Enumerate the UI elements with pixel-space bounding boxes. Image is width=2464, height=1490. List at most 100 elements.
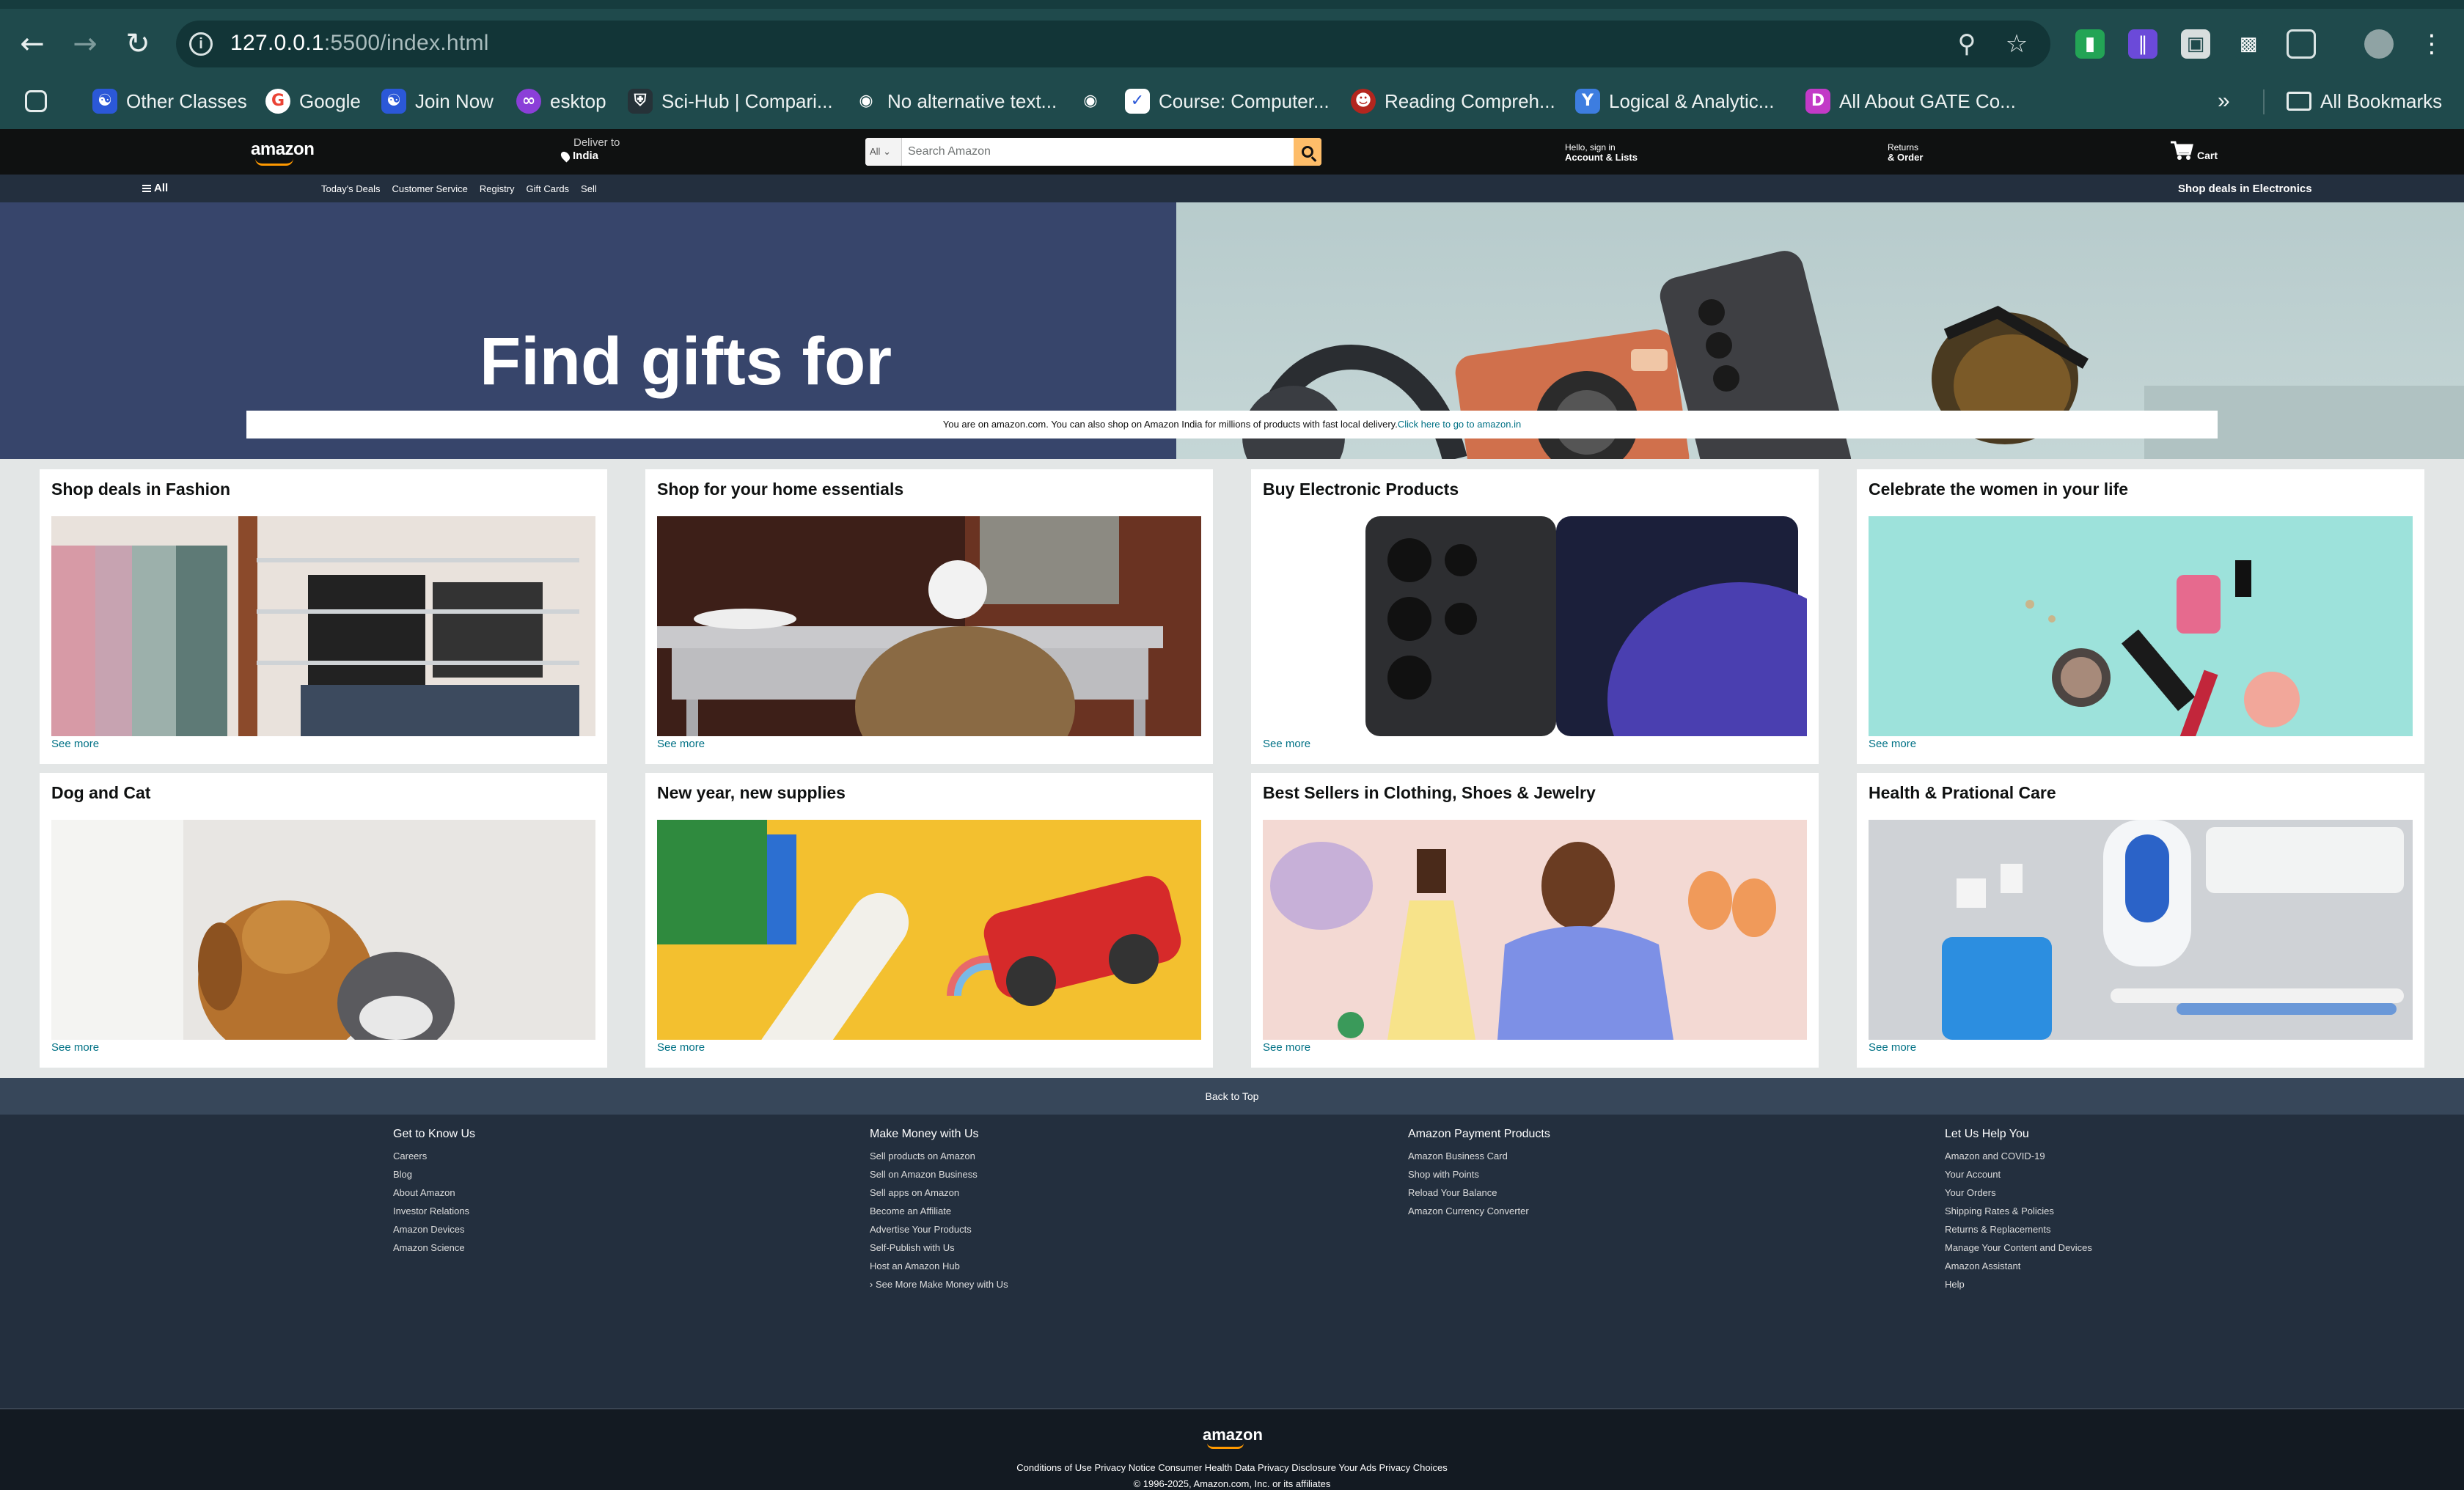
bookmark-google[interactable]: G Google: [265, 85, 361, 117]
menu-kebab-icon[interactable]: ⋮: [2417, 29, 2446, 59]
card-health-care[interactable]: Health & Prational Care See more: [1857, 773, 2424, 1068]
bookmark-gate[interactable]: D All About GATE Co...: [1805, 85, 2016, 117]
see-more-link[interactable]: See more: [51, 738, 99, 750]
footer-amazon-logo[interactable]: amazon: [1203, 1425, 1263, 1449]
see-more-link[interactable]: See more: [1869, 738, 1916, 750]
footer-link[interactable]: Sell on Amazon Business: [870, 1165, 1008, 1183]
bookmark-reading[interactable]: ☻ Reading Compreh...: [1351, 85, 1555, 117]
extension-dark-icon[interactable]: ▩: [2234, 29, 2263, 59]
bookmark-other-classes[interactable]: ☯ Other Classes: [92, 85, 247, 117]
extension-window-icon[interactable]: ▣: [2181, 29, 2210, 59]
footer-link[interactable]: About Amazon: [393, 1183, 475, 1202]
bookmark-esktop[interactable]: ∞ esktop: [516, 85, 606, 117]
footer-link[interactable]: Your Orders: [1945, 1183, 2092, 1202]
bookmarks-bar: ☯ Other Classes G Google ☯ Join Now ∞ esktop…: [0, 79, 2464, 123]
subnav-registry[interactable]: Registry: [480, 183, 515, 194]
subnav-electronics-deals[interactable]: Shop deals in Electronics: [2178, 183, 2312, 195]
notice-link[interactable]: Click here to go to amazon.in: [1398, 419, 1521, 430]
extension-green-icon[interactable]: ▮: [2075, 29, 2105, 59]
card-image-health[interactable]: [1869, 820, 2413, 1040]
all-menu-button[interactable]: All: [142, 182, 168, 194]
see-more-link[interactable]: See more: [657, 738, 705, 750]
card-electronics[interactable]: Buy Electronic Products See more: [1251, 469, 1819, 764]
footer-link[interactable]: Amazon Business Card: [1408, 1147, 1550, 1165]
footer-link[interactable]: Manage Your Content and Devices: [1945, 1238, 2092, 1257]
site-info-icon[interactable]: i: [189, 32, 213, 56]
footer-link[interactable]: Self-Publish with Us: [870, 1238, 1008, 1257]
url-text[interactable]: 127.0.0.1:5500/index.html: [230, 31, 489, 56]
bookmark-star-icon[interactable]: ☆: [2002, 29, 2031, 59]
search-category-select[interactable]: All ⌄: [865, 138, 902, 166]
account-lists[interactable]: Hello, sign in Account & Lists: [1565, 142, 1638, 163]
card-new-year-supplies[interactable]: New year, new supplies See more: [645, 773, 1213, 1068]
back-to-top-button[interactable]: Back to Top: [0, 1078, 2464, 1115]
card-image-home[interactable]: [657, 516, 1201, 736]
footer-link[interactable]: Amazon Assistant: [1945, 1257, 2092, 1275]
footer-link[interactable]: › See More Make Money with Us: [870, 1275, 1008, 1293]
cart[interactable]: Cart: [2169, 139, 2218, 161]
reload-icon[interactable]: ↻: [120, 26, 155, 62]
deliver-to[interactable]: Deliver to India: [559, 136, 620, 163]
bookmark-course[interactable]: ✓ Course: Computer...: [1125, 85, 1330, 117]
amazon-logo[interactable]: amazon: [251, 139, 315, 166]
subnav-gift-cards[interactable]: Gift Cards: [527, 183, 570, 194]
card-image-pets[interactable]: [51, 820, 595, 1040]
card-women[interactable]: Celebrate the women in your life See mor…: [1857, 469, 2424, 764]
see-more-link[interactable]: See more: [1263, 1041, 1310, 1054]
footer-link[interactable]: Amazon Currency Converter: [1408, 1202, 1550, 1220]
see-more-link[interactable]: See more: [1869, 1041, 1916, 1054]
footer-legal-links[interactable]: Conditions of Use Privacy Notice Consume…: [0, 1462, 2464, 1473]
footer-link[interactable]: Shipping Rates & Policies: [1945, 1202, 2092, 1220]
footer-link[interactable]: Sell apps on Amazon: [870, 1183, 1008, 1202]
bookmark-join-now[interactable]: ☯ Join Now: [381, 85, 494, 117]
subnav-customer-service[interactable]: Customer Service: [392, 183, 468, 194]
footer-link[interactable]: Careers: [393, 1147, 475, 1165]
card-home-essentials[interactable]: Shop for your home essentials See more: [645, 469, 1213, 764]
footer-link[interactable]: Your Account: [1945, 1165, 2092, 1183]
footer-link[interactable]: Help: [1945, 1275, 2092, 1293]
hero-banner[interactable]: Find gifts for You are on amazon.com. Yo…: [0, 202, 2464, 459]
zoom-icon[interactable]: ⚲: [1952, 29, 1981, 59]
card-best-sellers-clothing[interactable]: Best Sellers in Clothing, Shoes & Jewelr…: [1251, 773, 1819, 1068]
extensions-puzzle-icon[interactable]: [2287, 29, 2316, 59]
footer-link[interactable]: Host an Amazon Hub: [870, 1257, 1008, 1275]
footer-link[interactable]: Amazon and COVID-19: [1945, 1147, 2092, 1165]
bookmark-globe[interactable]: ◉: [1078, 85, 1103, 117]
card-image-cosmetics[interactable]: [1869, 516, 2413, 736]
footer-link[interactable]: Become an Affiliate: [870, 1202, 1008, 1220]
forward-arrow-icon[interactable]: →: [67, 26, 103, 62]
bookmark-no-alt-text[interactable]: ◉ No alternative text...: [854, 85, 1057, 117]
subnav-todays-deals[interactable]: Today's Deals: [321, 183, 381, 194]
footer-link[interactable]: Advertise Your Products: [870, 1220, 1008, 1238]
returns-orders[interactable]: Returns & Order: [1888, 142, 1923, 163]
footer-link[interactable]: Returns & Replacements: [1945, 1220, 2092, 1238]
footer-link[interactable]: Reload Your Balance: [1408, 1183, 1550, 1202]
footer-link[interactable]: Blog: [393, 1165, 475, 1183]
address-bar[interactable]: i 127.0.0.1:5500/index.html ⚲ ☆: [176, 21, 2050, 67]
apps-grid-icon[interactable]: [25, 85, 47, 117]
subnav-sell[interactable]: Sell: [581, 183, 597, 194]
card-image-clothing[interactable]: [1263, 820, 1807, 1040]
bookmark-sci-hub[interactable]: ⛨ Sci-Hub | Compari...: [628, 85, 833, 117]
footer-link[interactable]: Amazon Devices: [393, 1220, 475, 1238]
search-input[interactable]: [902, 138, 1294, 166]
extension-purple-icon[interactable]: ‖: [2128, 29, 2157, 59]
card-image-fashion[interactable]: [51, 516, 595, 736]
bookmark-logical[interactable]: Y Logical & Analytic...: [1575, 85, 1774, 117]
back-arrow-icon[interactable]: ←: [15, 26, 50, 62]
card-image-toys[interactable]: [657, 820, 1201, 1040]
search-button[interactable]: [1294, 138, 1321, 166]
footer-link[interactable]: Sell products on Amazon: [870, 1147, 1008, 1165]
footer-link[interactable]: Investor Relations: [393, 1202, 475, 1220]
see-more-link[interactable]: See more: [657, 1041, 705, 1054]
footer-link[interactable]: Shop with Points: [1408, 1165, 1550, 1183]
profile-avatar[interactable]: [2364, 29, 2394, 59]
card-dog-cat[interactable]: Dog and Cat See more: [40, 773, 607, 1068]
see-more-link[interactable]: See more: [1263, 738, 1310, 750]
card-fashion[interactable]: Shop deals in Fashion See more: [40, 469, 607, 764]
all-bookmarks[interactable]: All Bookmarks: [2287, 85, 2442, 117]
see-more-link[interactable]: See more: [51, 1041, 99, 1054]
footer-link[interactable]: Amazon Science: [393, 1238, 475, 1257]
card-image-electronics[interactable]: [1263, 516, 1807, 736]
more-bookmarks-chevron-icon[interactable]: »: [2218, 85, 2230, 117]
